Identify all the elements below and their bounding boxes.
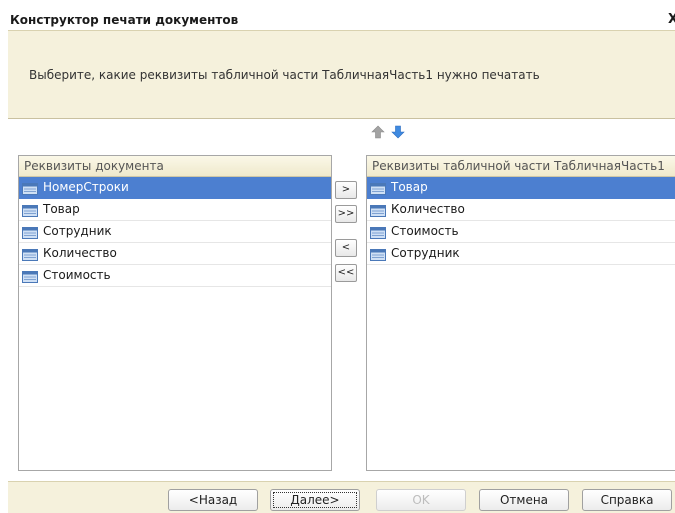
tabular-attributes-panel: Реквизиты табличной части ТабличнаяЧасть… <box>366 155 675 471</box>
remove-one-button[interactable]: < <box>335 239 357 257</box>
arrow-up-icon[interactable] <box>370 124 386 140</box>
button-bar: <Назад Далее> OK Отмена Справка <box>8 481 675 513</box>
right-panel-header: Реквизиты табличной части ТабличнаяЧасть… <box>367 156 675 177</box>
list-item[interactable]: Товар <box>367 177 675 199</box>
list-item[interactable]: Количество <box>19 243 331 265</box>
list-item-label: Товар <box>43 202 80 216</box>
list-item-label: Стоимость <box>43 268 111 282</box>
attribute-icon <box>370 181 386 195</box>
next-button[interactable]: Далее> <box>270 489 360 511</box>
left-panel-header: Реквизиты документа <box>19 156 331 177</box>
right-list: Товар Количество Стоимость Сотрудник <box>367 177 675 265</box>
window-title: Конструктор печати документов <box>10 13 239 27</box>
back-button[interactable]: <Назад <box>168 489 258 511</box>
list-item[interactable]: Стоимость <box>19 265 331 287</box>
window-edge <box>0 0 6 512</box>
add-all-button[interactable]: >> <box>335 205 357 223</box>
title-bar: Конструктор печати документов X <box>8 12 675 30</box>
attribute-icon <box>22 203 38 217</box>
list-item[interactable]: НомерСтроки <box>19 177 331 199</box>
close-button[interactable]: X <box>668 12 675 27</box>
list-item[interactable]: Сотрудник <box>19 221 331 243</box>
instruction-header: Выберите, какие реквизиты табличной част… <box>8 30 675 119</box>
list-item-label: Сотрудник <box>43 224 112 238</box>
attribute-icon <box>370 247 386 261</box>
left-list: НомерСтроки Товар Сотрудник Количество Стоим… <box>19 177 331 287</box>
instruction-text: Выберите, какие реквизиты табличной част… <box>29 68 540 82</box>
arrow-down-icon[interactable] <box>390 124 406 140</box>
list-item-label: Количество <box>391 202 465 216</box>
add-one-button[interactable]: > <box>335 181 357 199</box>
remove-all-button[interactable]: << <box>335 264 357 282</box>
list-item[interactable]: Стоимость <box>367 221 675 243</box>
attribute-icon <box>22 247 38 261</box>
attribute-icon <box>22 225 38 239</box>
constructor-window: Конструктор печати документов X Выберите… <box>0 0 675 513</box>
document-attributes-panel: Реквизиты документа НомерСтроки Товар Сотр… <box>18 155 332 471</box>
list-item-label: НомерСтроки <box>43 180 129 194</box>
list-item-label: Товар <box>391 180 428 194</box>
list-item[interactable]: Товар <box>19 199 331 221</box>
ok-button[interactable]: OK <box>376 489 466 511</box>
attribute-icon <box>22 269 38 283</box>
list-item-label: Сотрудник <box>391 246 460 260</box>
reorder-arrows <box>370 124 420 142</box>
attribute-icon <box>22 181 38 195</box>
attribute-icon <box>370 225 386 239</box>
list-item[interactable]: Сотрудник <box>367 243 675 265</box>
list-item-label: Количество <box>43 246 117 260</box>
attribute-icon <box>370 203 386 217</box>
list-item[interactable]: Количество <box>367 199 675 221</box>
help-button[interactable]: Справка <box>582 489 672 511</box>
cancel-button[interactable]: Отмена <box>479 489 569 511</box>
list-item-label: Стоимость <box>391 224 459 238</box>
